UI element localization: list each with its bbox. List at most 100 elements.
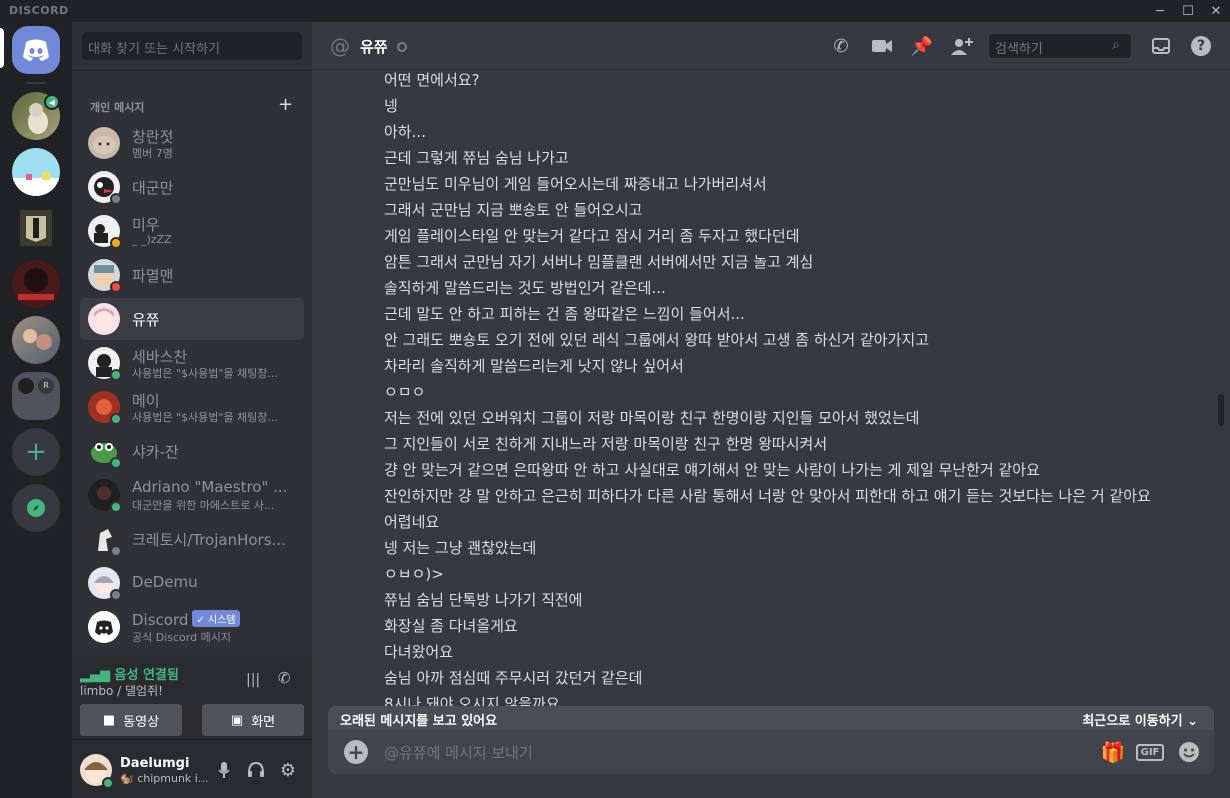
avatar	[88, 303, 120, 335]
speaker-icon: ◀	[44, 94, 60, 110]
dm-item-4[interactable]: 유쮸	[80, 298, 304, 340]
message: 걍 안 맞는거 같으면 은따왕따 안 하고 사실대로 얘기해서 안 맞는 사람이…	[384, 461, 1040, 479]
message: 화장실 좀 다녀올게요	[384, 617, 518, 635]
message-input[interactable]: @유쮸에 메시지 보내기	[384, 742, 533, 763]
message: 그래서 군만님 지금 뽀숑토 안 들어오시고	[384, 201, 643, 219]
settings-gear-icon[interactable]: ⚙	[276, 758, 300, 782]
dm-name: 파멸맨	[132, 267, 174, 285]
dm-name: 미우	[132, 216, 160, 234]
voice-status: ▂▄▆ 음성 연결됨	[80, 664, 179, 683]
headphones-icon[interactable]	[244, 758, 268, 782]
dm-item-5[interactable]: 세바스찬 사용법은 "$사용법"을 채팅창...	[80, 342, 304, 384]
explore-servers-button[interactable]	[12, 484, 60, 532]
gift-icon[interactable]: 🎁	[1100, 740, 1126, 764]
voice-channel[interactable]: limbo / 댈엄쥐!	[80, 682, 163, 699]
server-list: ◀ R +	[0, 22, 72, 798]
message: 넹	[384, 97, 398, 115]
channel-name: 유쮸	[360, 38, 388, 56]
dm-item-8[interactable]: Adriano "Maestro" ... 대군만을 위한 마에스트로 사...	[80, 474, 304, 516]
jump-to-present-button[interactable]: 최근으로 이동하기 ⌄	[1082, 710, 1198, 729]
dm-name: 메이	[132, 392, 160, 410]
message: ㅇㅁㅇ	[384, 383, 426, 401]
avatar	[88, 127, 120, 159]
message: 잔인하지만 걍 말 안하고 은근히 피하다가 다른 사람 통해서 너랑 안 맞아…	[384, 487, 1151, 505]
minimize-button[interactable]: ─	[1146, 0, 1174, 22]
app-title: DISCORD	[9, 4, 69, 17]
dm-item-7[interactable]: 샤카-잔	[80, 430, 304, 472]
server-icon-4[interactable]	[12, 260, 60, 308]
dm-name: DeDemu	[132, 573, 198, 591]
cat-face-icon	[93, 136, 115, 154]
dm-subtitle: 사용법은 "$사용법"을 채팅창...	[132, 367, 278, 380]
dm-name: 세바스찬	[132, 348, 188, 366]
jump-label: 최근으로 이동하기	[1082, 714, 1183, 729]
add-server-button[interactable]: +	[12, 428, 60, 476]
message-composer: + @유쮸에 메시지 보내기 🎁 GIF	[328, 730, 1214, 774]
message: 다녀왔어요	[384, 643, 454, 661]
dm-name-text: Discord	[132, 611, 189, 629]
mic-icon[interactable]	[212, 758, 236, 782]
search-input[interactable]: 검색하기	[989, 34, 1131, 58]
jump-to-present-bar[interactable]: 오래된 메시지를 보고 있어요 최근으로 이동하기 ⌄	[328, 706, 1214, 730]
video-call-icon[interactable]	[870, 34, 894, 58]
dm-name: 유쮸	[132, 311, 160, 329]
dm-name: 샤카-잔	[132, 443, 179, 461]
message: 쮸님 숨님 단톡방 나가기 직전에	[384, 591, 583, 609]
avatar	[88, 611, 120, 643]
emoji-icon[interactable]	[1176, 740, 1202, 764]
voice-panel: ▂▄▆ 음성 연결됨 limbo / 댈엄쥐! ||| ✆ ■ 동영상 ▣ 화면	[72, 656, 312, 740]
voice-call-icon[interactable]: ✆	[829, 34, 853, 58]
status-offline-icon	[110, 545, 122, 557]
dm-item-9[interactable]: 크레토시/TrojanHors...	[80, 518, 304, 560]
message: 어떤 면에서요?	[384, 71, 480, 89]
help-icon[interactable]: ?	[1189, 34, 1213, 58]
disconnect-call-icon[interactable]: ✆	[278, 669, 291, 687]
message: 솔직하게 말씀드리는 것도 방법인거 같은데...	[384, 279, 666, 297]
dm-item-6[interactable]: 메이 사용법은 "$사용법"을 채팅창...	[80, 386, 304, 428]
server-icon-2[interactable]	[12, 148, 60, 196]
dm-item-3[interactable]: 파멸맨	[80, 254, 304, 296]
maximize-button[interactable]: ☐	[1174, 0, 1202, 22]
dm-search-input[interactable]: 대화 찾기 또는 시작하기	[82, 32, 302, 60]
upload-plus-icon[interactable]: +	[344, 740, 368, 764]
dm-item-2[interactable]: 미우 _ _)zZZ	[80, 210, 304, 252]
dm-item-11[interactable]: Discord ✓ 시스템 공식 Discord 메시지	[80, 606, 304, 648]
message: 근데 그렇게 쮸님 숨님 나가고	[384, 149, 569, 167]
dm-subtitle: 대군만을 위한 마에스트로 사...	[132, 499, 275, 512]
server-icon-3[interactable]	[12, 204, 60, 252]
gif-button[interactable]: GIF	[1135, 740, 1165, 764]
message: ㅇㅂㅇ)>	[384, 565, 444, 583]
status-online-icon	[110, 369, 122, 381]
dm-header: 개인 메시지	[90, 101, 145, 114]
noise-suppression-icon[interactable]: |||	[246, 672, 260, 688]
pin-icon[interactable]: 📌	[910, 34, 934, 58]
dm-item-1[interactable]: 대군만	[80, 166, 304, 208]
add-friend-icon[interactable]	[950, 34, 974, 58]
inbox-icon[interactable]	[1149, 34, 1173, 58]
server-folder[interactable]: R	[12, 372, 60, 420]
server-icon-5[interactable]	[12, 316, 60, 364]
dm-name: Adriano "Maestro" ...	[132, 478, 288, 496]
custom-status: 🐿️ chipmunk i...	[120, 772, 209, 785]
close-button[interactable]: ✕	[1202, 0, 1230, 22]
username: Daelumgi	[120, 756, 190, 771]
scrollbar-thumb[interactable]	[1218, 394, 1224, 426]
dm-subtitle: 공식 Discord 메시지	[132, 631, 231, 644]
discord-logo-icon	[23, 39, 49, 61]
home-button[interactable]	[12, 26, 60, 74]
folder-server-icon	[18, 378, 34, 394]
dm-item-0[interactable]: 창란젓 멤버 7명	[80, 122, 304, 164]
message: 숨님 아까 점심때 주무시러 갔던거 같은데	[384, 669, 643, 687]
create-dm-button[interactable]: +	[278, 94, 293, 115]
screen-share-button[interactable]: ▣ 화면	[202, 704, 304, 736]
older-messages-notice: 오래된 메시지를 보고 있어요	[340, 714, 498, 729]
game-scene-icon	[12, 172, 60, 196]
message: 게임 플레이스타일 안 맞는거 같다고 잠시 거리 좀 두자고 했다던데	[384, 227, 800, 245]
title-bar: DISCORD ─ ☐ ✕	[0, 0, 1230, 22]
dm-item-10[interactable]: DeDemu	[80, 562, 304, 604]
message: 그 지인들이 서로 친하게 지내느라 저랑 마목이랑 친구 한명 왕따시켜서	[384, 435, 828, 453]
video-button[interactable]: ■ 동영상	[80, 704, 182, 736]
dm-sidebar: 대화 찾기 또는 시작하기 개인 메시지 + 창란젓 멤버 7명 대군만 미우 …	[72, 22, 312, 798]
guild-separator	[26, 82, 46, 84]
video-label: 동영상	[123, 714, 160, 730]
